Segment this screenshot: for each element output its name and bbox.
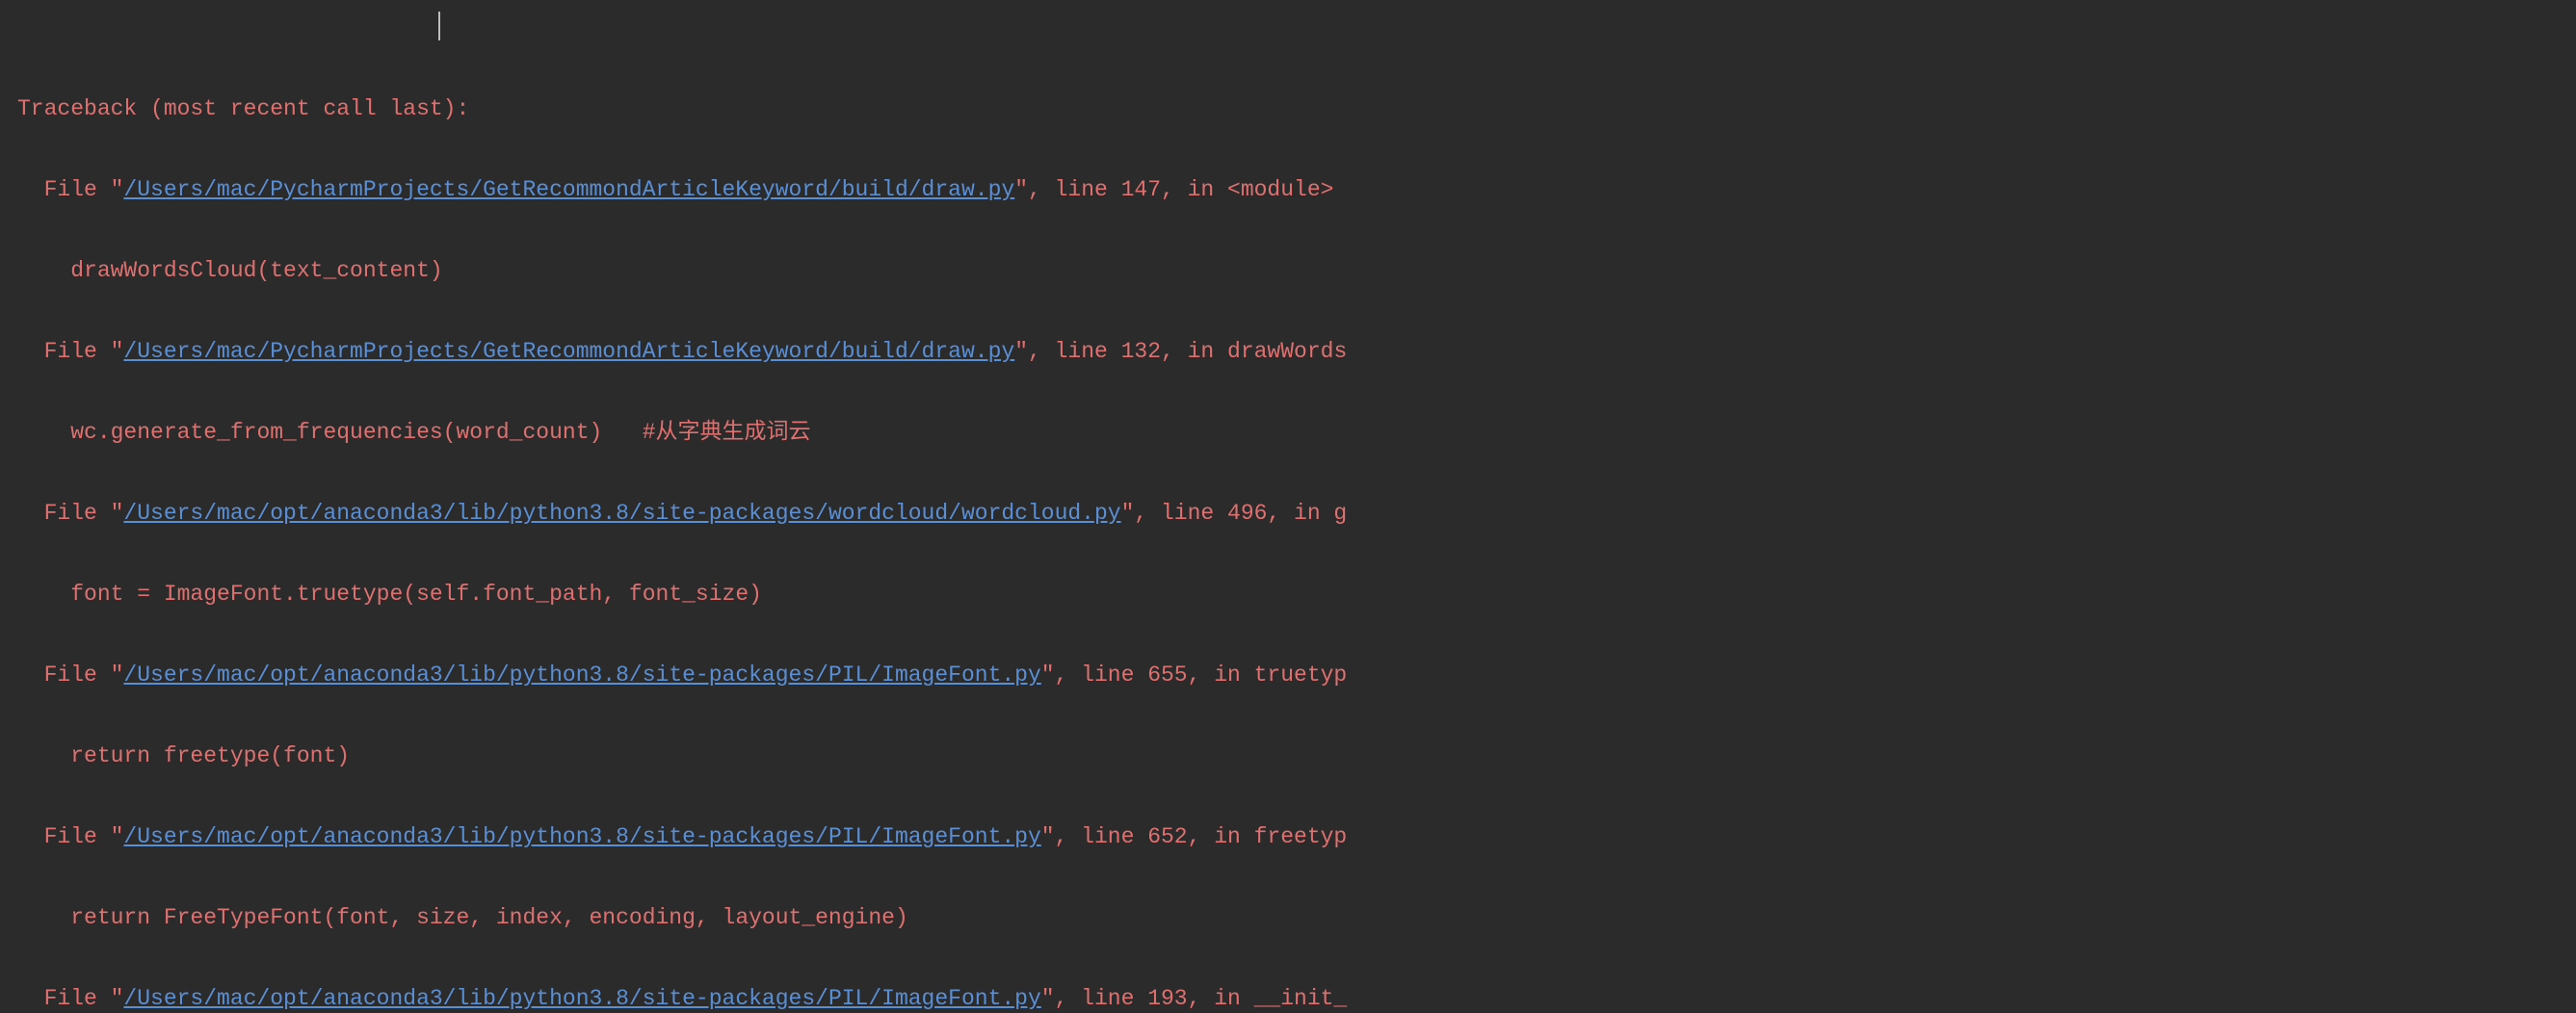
file-prefix: File "	[17, 986, 123, 1011]
file-prefix: File "	[17, 501, 123, 526]
code-line: return FreeTypeFont(font, size, index, e…	[17, 897, 2559, 938]
traceback-frame: File "/Users/mac/opt/anaconda3/lib/pytho…	[17, 817, 2559, 857]
file-prefix: File "	[17, 177, 123, 202]
console-output[interactable]: Traceback (most recent call last): File …	[0, 0, 2576, 1013]
file-path-link[interactable]: /Users/mac/opt/anaconda3/lib/python3.8/s…	[123, 986, 1040, 1011]
traceback-header: Traceback (most recent call last):	[17, 89, 2559, 129]
text-cursor	[438, 12, 440, 40]
file-path-link[interactable]: /Users/mac/opt/anaconda3/lib/python3.8/s…	[123, 501, 1120, 526]
file-suffix: ", line 132, in drawWords	[1014, 339, 1347, 364]
traceback-frame: File "/Users/mac/opt/anaconda3/lib/pytho…	[17, 978, 2559, 1013]
file-suffix: ", line 655, in truetyp	[1041, 662, 1347, 688]
traceback-frame: File "/Users/mac/opt/anaconda3/lib/pytho…	[17, 655, 2559, 695]
traceback-frame: File "/Users/mac/PycharmProjects/GetReco…	[17, 331, 2559, 372]
traceback-frame: File "/Users/mac/PycharmProjects/GetReco…	[17, 169, 2559, 210]
file-path-link[interactable]: /Users/mac/opt/anaconda3/lib/python3.8/s…	[123, 824, 1040, 849]
file-suffix: ", line 193, in __init_	[1041, 986, 1347, 1011]
file-path-link[interactable]: /Users/mac/PycharmProjects/GetRecommondA…	[123, 339, 1014, 364]
code-line: return freetype(font)	[17, 736, 2559, 776]
file-suffix: ", line 496, in g	[1121, 501, 1348, 526]
code-line: font = ImageFont.truetype(self.font_path…	[17, 574, 2559, 614]
file-prefix: File "	[17, 824, 123, 849]
file-suffix: ", line 147, in <module>	[1014, 177, 1333, 202]
code-line: drawWordsCloud(text_content)	[17, 250, 2559, 291]
traceback-frame: File "/Users/mac/opt/anaconda3/lib/pytho…	[17, 493, 2559, 533]
file-prefix: File "	[17, 662, 123, 688]
code-line: wc.generate_from_frequencies(word_count)…	[17, 412, 2559, 453]
file-path-link[interactable]: /Users/mac/opt/anaconda3/lib/python3.8/s…	[123, 662, 1040, 688]
file-suffix: ", line 652, in freetyp	[1041, 824, 1347, 849]
file-path-link[interactable]: /Users/mac/PycharmProjects/GetRecommondA…	[123, 177, 1014, 202]
file-prefix: File "	[17, 339, 123, 364]
